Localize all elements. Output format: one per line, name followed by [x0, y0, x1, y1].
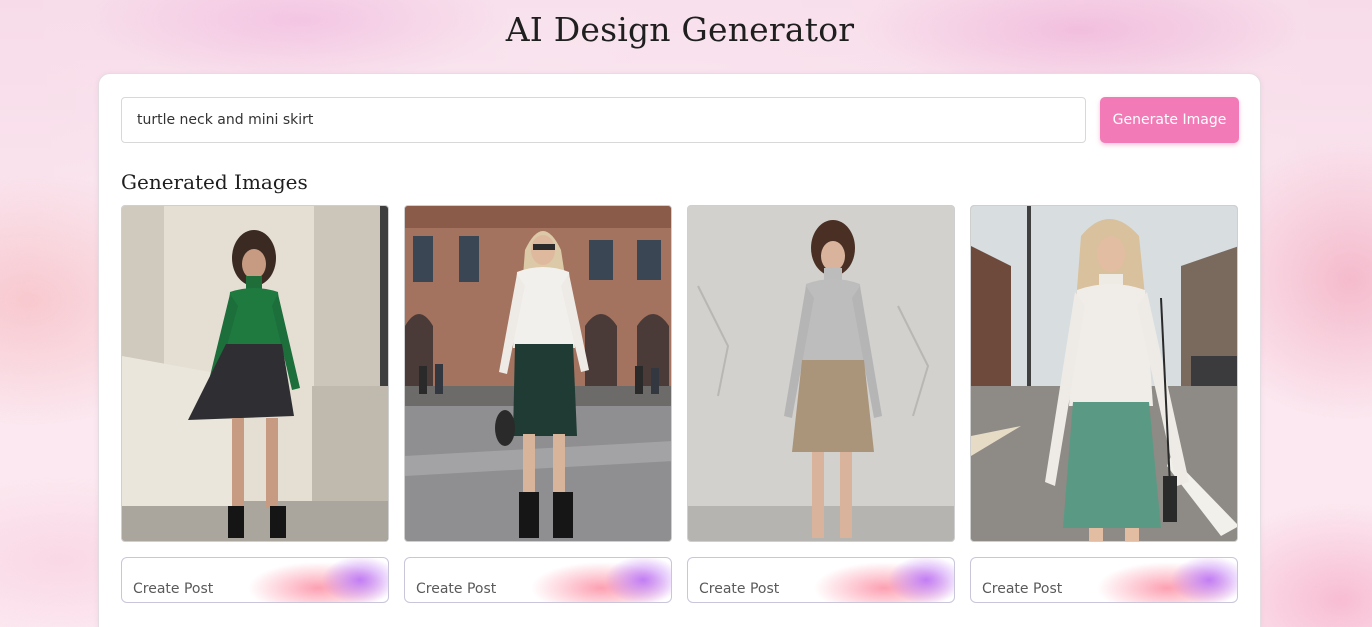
generate-image-button[interactable]: Generate Image — [1100, 97, 1239, 143]
generated-image[interactable] — [121, 205, 389, 542]
create-post-button[interactable]: Create Post — [970, 557, 1238, 603]
gallery-item: Create Post — [121, 205, 389, 603]
gallery-item: Create Post — [687, 205, 955, 603]
gallery-item: Create Post — [970, 205, 1238, 603]
create-post-button[interactable]: Create Post — [404, 557, 672, 603]
generated-image[interactable] — [970, 205, 1238, 542]
generated-image[interactable] — [404, 205, 672, 542]
gallery-item: Create Post — [404, 205, 672, 603]
prompt-input[interactable] — [121, 97, 1086, 143]
generated-images-heading: Generated Images — [121, 170, 308, 194]
generator-card: Generate Image Generated Images — [98, 73, 1261, 627]
create-post-button[interactable]: Create Post — [121, 557, 389, 603]
generated-image[interactable] — [687, 205, 955, 542]
page-title: AI Design Generator — [505, 10, 855, 49]
create-post-button[interactable]: Create Post — [687, 557, 955, 603]
